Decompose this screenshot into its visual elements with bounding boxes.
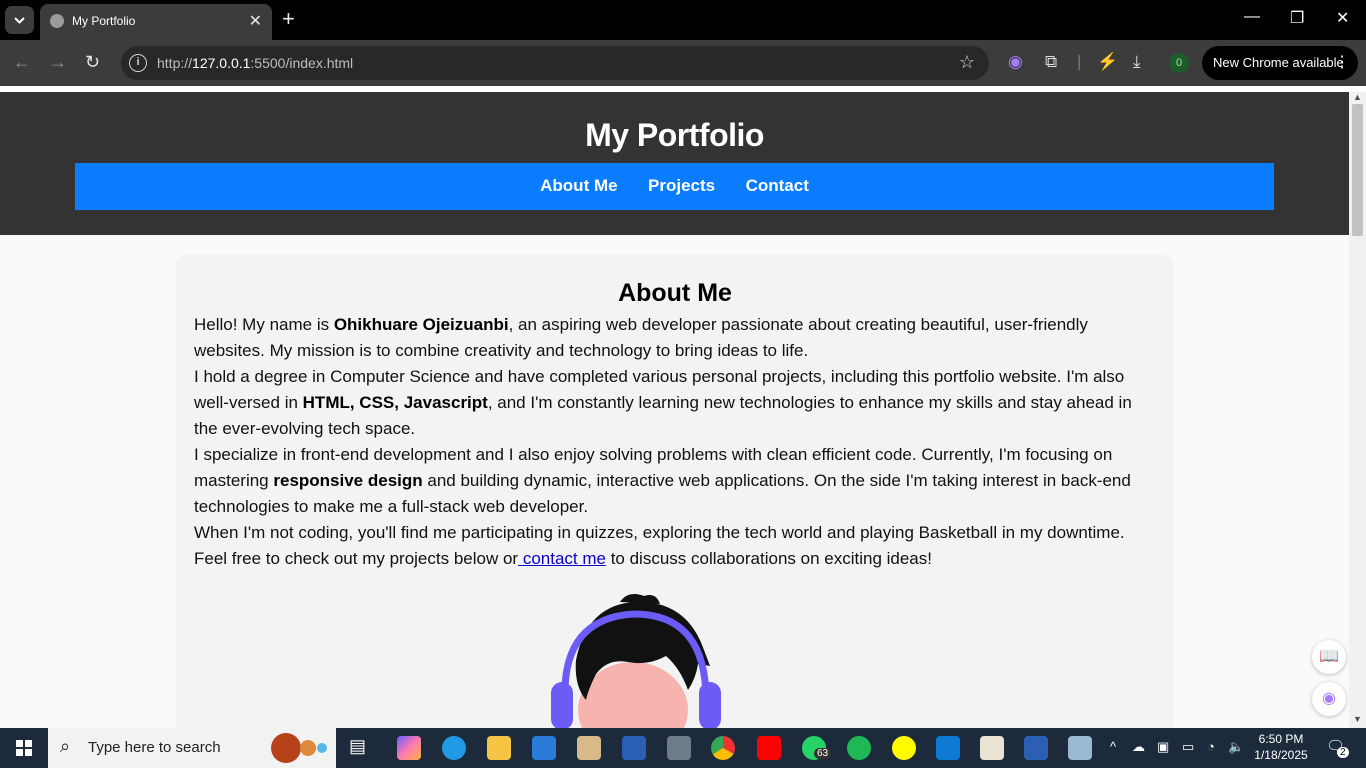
clock-time: 6:50 PM [1258,732,1304,746]
calculator-icon[interactable] [667,736,691,760]
window-close-icon[interactable]: ✕ [1336,8,1349,28]
performance-icon[interactable]: ⚡ [1097,52,1118,72]
contact-me-link[interactable]: contact me [518,549,606,568]
developer-name: Ohikhuare Ojeizuanbi [333,315,509,334]
tab-close-icon[interactable]: ✕ [249,11,262,31]
python-files-icon[interactable] [980,736,1004,760]
about-heading: About Me [618,279,732,307]
volume-icon[interactable]: 🔈 [1228,739,1244,755]
nav-projects[interactable]: Projects [648,163,715,208]
forward-icon[interactable]: → [49,52,67,73]
reading-mode-icon[interactable]: 📖 [1312,640,1346,674]
tab-title: My Portfolio [72,14,136,28]
whatsapp-badge: 63 [814,748,832,759]
start-button[interactable] [0,728,48,768]
notification-count: 2 [1337,747,1349,758]
meet-now-icon[interactable]: ▣ [1157,739,1169,755]
scroll-down-icon[interactable]: ▼ [1353,714,1362,724]
onedrive-icon[interactable]: ☁ [1132,739,1145,755]
clock[interactable]: 6:50 PM 1/18/2025 [1249,731,1313,763]
word-icon[interactable] [1024,736,1048,760]
page-viewport: My Portfolio About Me Projects Contact A… [0,92,1349,728]
nav-about-me[interactable]: About Me [540,163,617,208]
reload-icon[interactable]: ↻ [85,52,100,73]
search-placeholder: Type here to search [88,739,221,756]
windows-logo-icon [16,740,32,756]
skills-list: HTML, CSS, Javascript [302,393,488,412]
mail-icon[interactable] [532,736,556,760]
globe-icon [50,14,64,28]
about-paragraph-1: Hello! My name is Ohikhuare Ojeizuanbi, … [194,315,1088,360]
toolbar-divider: | [1077,52,1082,71]
task-view-icon[interactable]: ▤ [349,736,373,760]
nav-contact[interactable]: Contact [746,163,809,208]
file-explorer-icon[interactable] [487,736,511,760]
youtube-icon[interactable] [757,736,781,760]
minimize-icon[interactable]: — [1244,8,1260,26]
about-paragraph-2: I hold a degree in Computer Science and … [194,367,1132,438]
address-bar[interactable]: i http://127.0.0.1:5500/index.html ☆ [121,46,989,80]
tray-overflow-icon[interactable]: ^ [1110,739,1116,754]
scroll-thumb[interactable] [1352,104,1363,236]
chevron-down-icon [14,17,25,24]
search-icon: ⌕ [60,736,71,756]
vertical-scrollbar[interactable]: ▲ ▼ [1349,92,1366,728]
search-highlight-icon [271,733,327,763]
word-document-icon[interactable] [622,736,646,760]
windows-taskbar: ⌕ Type here to search ▤ 63 ^ ☁ ▣ ▭ ◔ 🔈 6… [0,728,1366,768]
vscode-icon[interactable] [936,736,960,760]
edge-icon[interactable] [442,736,466,760]
about-section: About Me Hello! My name is Ohikhuare Oje… [176,255,1174,728]
site-info-icon[interactable]: i [129,54,147,72]
snapchat-icon[interactable] [892,736,916,760]
spotify-icon[interactable] [847,736,871,760]
bookmark-star-icon[interactable]: ☆ [959,52,975,73]
about-text: Hello! My name is Ohikhuare Ojeizuanbi, … [194,312,1156,572]
wifi-icon[interactable]: ◔ [1207,739,1215,754]
download-icon[interactable]: ⤓ [1133,52,1141,72]
snipping-tool-icon[interactable] [1068,736,1092,760]
update-label: New Chrome available [1213,55,1344,70]
new-tab-button[interactable]: + [282,7,295,31]
ai-assistant-icon[interactable]: ◉ [1312,682,1346,716]
battery-icon[interactable]: ▭ [1182,739,1194,755]
extensions-puzzle-icon[interactable]: ⧉ [1045,52,1057,72]
tab-search-button[interactable] [5,6,34,34]
scroll-up-icon[interactable]: ▲ [1353,92,1362,102]
avatar-illustration [551,594,721,728]
site-nav: About Me Projects Contact [75,163,1274,210]
site-header: My Portfolio About Me Projects Contact [0,92,1349,235]
back-icon[interactable]: ← [13,52,31,73]
extension-counter-badge[interactable]: 0 [1169,53,1189,73]
menu-dots-icon[interactable]: ⋮ [1334,46,1350,80]
clock-date: 1/18/2025 [1254,748,1308,762]
focus-skill: responsive design [273,471,423,490]
copilot-icon[interactable] [397,736,421,760]
about-paragraph-3: I specialize in front-end development an… [194,445,1131,516]
media-player-icon[interactable] [577,736,601,760]
active-tab[interactable]: My Portfolio ✕ [40,4,272,40]
browser-toolbar: ← → ↻ i http://127.0.0.1:5500/index.html… [0,40,1366,86]
about-paragraph-4: When I'm not coding, you'll find me part… [194,523,1125,568]
site-title: My Portfolio [585,117,764,153]
ai-extension-icon[interactable]: ◉ [1008,52,1023,72]
restore-icon[interactable]: ❐ [1290,8,1304,28]
chrome-icon[interactable] [711,736,735,760]
chrome-update-button[interactable]: New Chrome available ⋮ [1202,46,1358,80]
browser-tab-bar: My Portfolio ✕ + — ❐ ✕ [0,0,1366,40]
taskbar-search[interactable]: ⌕ Type here to search [48,728,336,768]
url-text[interactable]: http://127.0.0.1:5500/index.html [157,55,353,71]
